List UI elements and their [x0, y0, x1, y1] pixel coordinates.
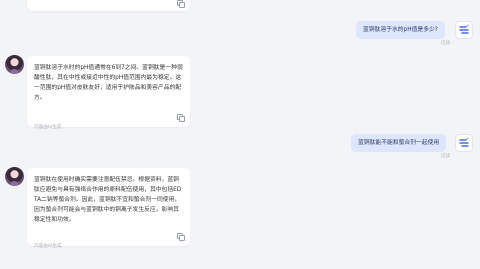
assistant-message-text: 蓝铜肽在使用时确实需要注意配伍禁忌。根据资料，蓝铜肽应避免与具有强络合作用的原料… [34, 177, 182, 223]
assistant-message-text: 蓝铜肽溶于水时的pH值通常在6到7之间。蓝铜肽是一种弱酸性肽，其在中性或接近中性… [34, 65, 183, 101]
ai-generated-note: 内容由AI生成 [34, 125, 62, 130]
assistant-avatar [5, 167, 24, 186]
previous-message-card [27, 0, 190, 11]
user-logo-icon [459, 137, 469, 147]
assistant-message-card: 蓝铜肽溶于水时的pH值通常在6到7之间。蓝铜肽是一种弱酸性肽，其在中性或接近中性… [27, 56, 190, 130]
user-message-bubble: 蓝铜肽能不能和螯合剂一起使用 [351, 134, 447, 152]
copy-icon[interactable] [177, 0, 185, 8]
user-avatar [455, 21, 473, 39]
user-message-text: 蓝铜肽能不能和螯合剂一起使用 [358, 140, 440, 146]
user-avatar [455, 134, 473, 152]
assistant-avatar [5, 55, 24, 74]
read-status: 已读 [441, 154, 451, 159]
read-status: 已读 [441, 41, 451, 46]
assistant-message-footer: 内容由AI生成 [34, 232, 185, 249]
assistant-message-footer: 内容由AI生成 [34, 113, 185, 130]
assistant-message-card: 蓝铜肽在使用时确实需要注意配伍禁忌。根据资料，蓝铜肽应避免与具有强络合作用的原料… [27, 168, 190, 249]
user-message-text: 蓝铜肽溶于水的pH值是多少? [363, 27, 438, 33]
copy-icon[interactable] [177, 114, 185, 122]
user-logo-icon [459, 24, 469, 34]
copy-icon[interactable] [177, 233, 185, 241]
ai-generated-note: 内容由AI生成 [34, 244, 62, 249]
user-message-bubble: 蓝铜肽溶于水的pH值是多少? [356, 21, 445, 39]
